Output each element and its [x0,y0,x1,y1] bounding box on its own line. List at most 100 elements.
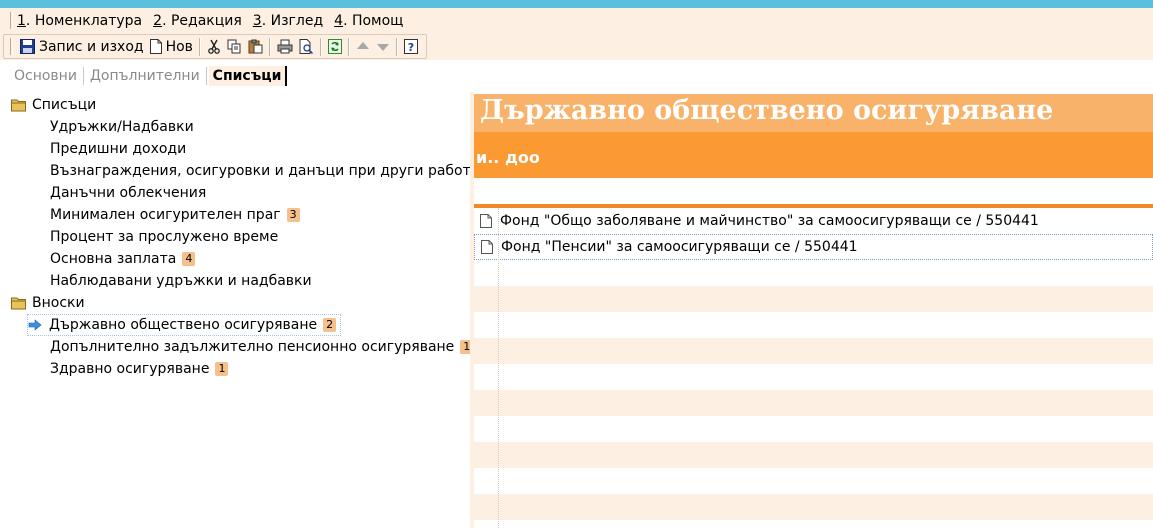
tree-item-seniority-percent[interactable]: Процент за прослужено време [50,226,278,248]
grid-row-background [474,468,1153,494]
new-label: Нов [165,38,193,55]
detail-subtitle-band [474,132,1153,178]
save-exit-label: Запис и изход [39,38,144,55]
tab-separator [82,67,84,85]
tree-item-base-salary[interactable]: Основна заплата 4 [50,248,196,270]
new-document-icon [149,39,162,54]
grid-row-background [474,390,1153,416]
tree-group-label: Вноски [32,295,85,311]
grid-row-background [474,338,1153,364]
move-down-button[interactable] [373,36,393,58]
tree-item-min-insurance-threshold[interactable]: Минимален осигурителен праг 3 [50,204,300,226]
arrow-right-icon [28,319,42,331]
help-button[interactable]: ? [401,36,421,58]
document-icon [480,214,492,228]
grid-row-background [474,494,1153,520]
tree-item-label: Държавно обществено осигуряване [49,317,318,333]
toolbar-separator [395,37,398,56]
toolbar-separator [347,37,350,56]
tree-item-label: Допълнително задължително пенсионно осиг… [50,339,455,355]
tree-item-deductions[interactable]: Удръжки/Надбавки [50,116,194,138]
detail-panel: Държавно обществено осигуряване и.. доо … [474,92,1153,528]
menu-bar: 1. Номенклатура 2. Редакция 3. Изглед 4.… [0,8,1153,33]
grid-row-background [474,442,1153,468]
copy-icon [227,39,241,54]
tab-separator [205,67,207,85]
toolbar-separator [319,37,322,56]
floppy-disk-icon [20,39,35,54]
move-up-button[interactable] [353,36,373,58]
detail-grid: Фонд "Общо заболяване и майчинство" за с… [474,208,1153,528]
save-exit-button[interactable]: Запис и изход [17,36,147,58]
grid-row-background [474,260,1153,286]
detail-title: Държавно обществено осигуряване [480,95,1054,126]
refresh-button[interactable] [325,36,345,58]
tree-item-supplementary-pension[interactable]: Допълнително задължително пенсионно осиг… [50,336,470,358]
toolbar-separator [268,37,271,56]
fund-row[interactable]: Фонд "Общо заболяване и майчинство" за с… [474,208,1153,234]
tree-item-watched-deductions[interactable]: Наблюдавани удръжки и надбавки [50,270,312,292]
tab-main[interactable]: Основни [10,66,81,86]
tree-group-contributions[interactable]: Вноски [11,292,85,314]
tree-item-tax-relief[interactable]: Данъчни облекчения [50,182,206,204]
tree-item-label: Наблюдавани удръжки и надбавки [50,273,312,289]
svg-text:?: ? [408,41,414,54]
lists-tree: Списъци Удръжки/Надбавки Предишни доходи… [0,92,470,528]
fund-row-label: Фонд "Общо заболяване и майчинство" за с… [500,213,1039,229]
count-badge: 3 [286,208,300,222]
tab-lists[interactable]: Списъци [208,66,288,86]
tree-item-health-insurance[interactable]: Здравно осигуряване 1 [50,358,229,380]
help-question-icon: ? [403,39,418,54]
new-button[interactable]: Нов [147,36,196,58]
grid-row-background [474,364,1153,390]
cut-button[interactable] [204,36,224,58]
arrow-up-icon [356,42,369,49]
tree-item-label: Възнаграждения, осигуровки и данъци при … [50,163,470,179]
menu-edit[interactable]: 2. Редакция [153,13,242,29]
grid-row-background [474,312,1153,338]
tree-item-other-employers[interactable]: Възнаграждения, осигуровки и данъци при … [50,160,470,182]
detail-spacer [474,178,1153,204]
print-preview-icon [299,39,313,54]
count-badge: 1 [215,362,229,376]
printer-icon [277,39,293,54]
tree-item-label: Основна заплата [50,251,177,267]
tab-additional[interactable]: Допълнителни [86,66,204,86]
menu-nomenclature[interactable]: 1. Номенклатура [17,13,142,29]
print-button[interactable] [274,36,296,58]
menu-view[interactable]: 3. Изглед [253,13,323,29]
grid-row-background [474,520,1153,528]
clipboard-icon [248,39,263,54]
refresh-icon [327,39,342,54]
tree-group-lists[interactable]: Списъци [11,94,96,116]
count-badge: 4 [182,252,196,266]
toolbar-separator [198,37,201,56]
tree-item-label: Удръжки/Надбавки [50,119,194,135]
fund-row-label: Фонд "Пенсии" за самоосигуряващи се / 55… [501,239,858,255]
folder-icon [11,99,26,112]
tab-strip: Основни Допълнителни Списъци [0,60,1153,92]
grid-column-line [498,208,499,528]
menu-help[interactable]: 4. Помощ [334,13,403,29]
count-badge: 2 [323,318,337,332]
fund-row[interactable]: Фонд "Пенсии" за самоосигуряващи се / 55… [474,234,1153,260]
scissors-icon [208,39,220,54]
toolbar: Запис и изход Нов ? [0,33,1153,60]
arrow-down-icon [376,44,389,51]
window-title-strip [0,0,1153,8]
document-icon [481,240,493,254]
tree-item-label: Процент за прослужено време [50,229,279,245]
tree-group-label: Списъци [32,97,97,113]
print-preview-button[interactable] [296,36,317,58]
folder-icon [11,297,26,310]
grid-row-background [474,286,1153,312]
tree-item-previous-income[interactable]: Предишни доходи [50,138,186,160]
menu-grip [10,12,13,29]
toolbar-grip [10,38,13,55]
tree-item-label: Минимален осигурителен праг [50,207,281,223]
tree-item-label: Данъчни облекчения [50,185,207,201]
tree-item-label: Здравно осигуряване [50,361,210,377]
paste-button[interactable] [245,36,266,58]
tree-item-state-social-insurance[interactable]: Държавно обществено осигуряване 2 [27,314,342,336]
copy-button[interactable] [224,36,245,58]
